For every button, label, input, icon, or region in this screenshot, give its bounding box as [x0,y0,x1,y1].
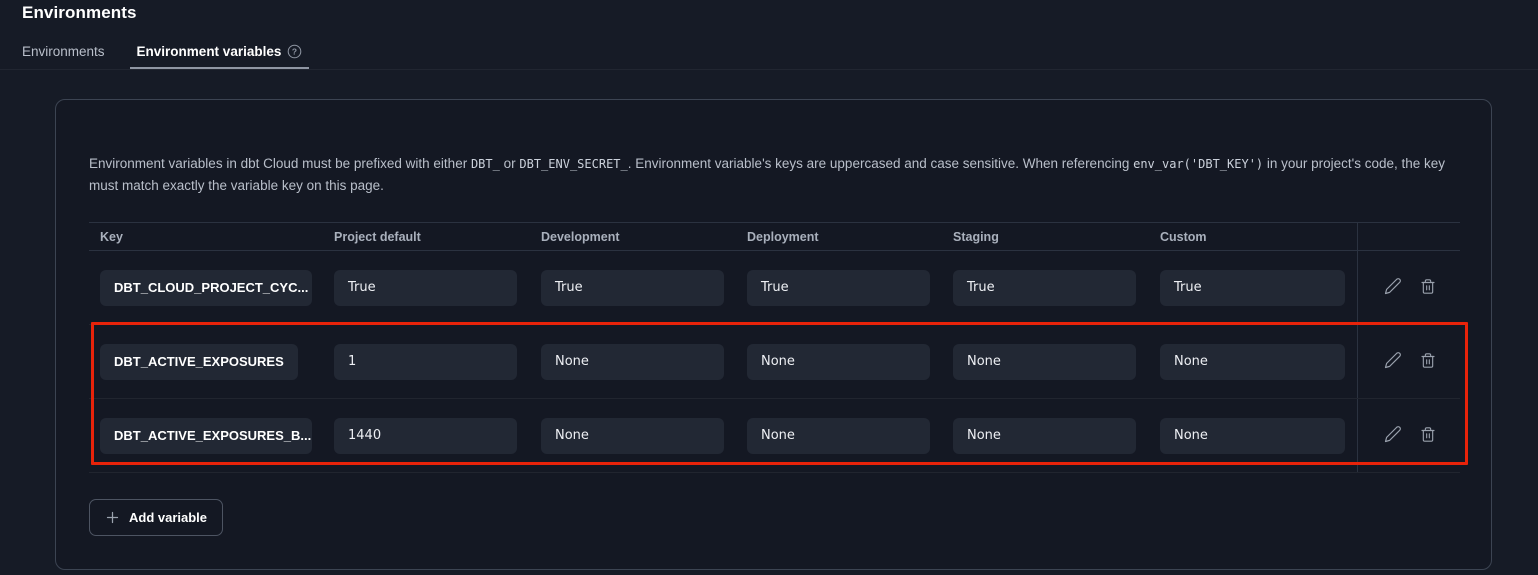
variable-value-box: True [334,270,517,306]
column-header-custom: Custom [1160,230,1357,244]
tab-environments[interactable]: Environments [22,44,105,69]
variable-value-cell: None [747,344,953,380]
variable-key-box: DBT_CLOUD_PROJECT_CYC... [100,270,312,306]
variable-value-box: None [1160,344,1345,380]
row-actions-cell [1357,251,1461,324]
trash-icon [1420,426,1436,446]
tab-bar: Environments Environment variables ? [22,43,1538,69]
environment-variables-panel: Environment variables in dbt Cloud must … [55,99,1492,570]
page-title: Environments [22,3,1538,23]
tabs-divider [0,69,1538,70]
delete-variable-button[interactable] [1418,424,1438,448]
environment-variables-table: KeyProject defaultDevelopmentDeploymentS… [89,222,1460,473]
plus-icon [105,510,120,525]
column-header-key: Key [100,230,334,244]
column-header-actions [1357,223,1461,250]
variable-value-box: None [747,418,930,454]
variable-value-cell: 1440 [334,418,541,454]
table-body: DBT_CLOUD_PROJECT_CYC... True True True Tru… [89,251,1460,473]
description-text: Environment variables in dbt Cloud must … [89,156,471,171]
variable-value-cell: 1 [334,344,541,380]
description-code-text: DBT_ [471,157,500,171]
variable-key-cell: DBT_CLOUD_PROJECT_CYC... [100,270,334,306]
edit-variable-button[interactable] [1382,349,1404,374]
variable-value-cell: True [541,270,747,306]
trash-icon [1420,352,1436,372]
table-header-row: KeyProject defaultDevelopmentDeploymentS… [89,222,1460,251]
question-mark-circle-icon[interactable]: ? [287,44,302,59]
edit-variable-button[interactable] [1382,275,1404,300]
column-header-staging: Staging [953,230,1160,244]
variable-value-cell: True [747,270,953,306]
variable-value-box: None [541,418,724,454]
variable-value-box: None [747,344,930,380]
variable-value-cell: True [953,270,1160,306]
variable-value-box: None [541,344,724,380]
row-actions-cell [1357,399,1461,472]
variable-value-cell: None [953,418,1160,454]
variable-value-cell: True [1160,270,1357,306]
variable-key-cell: DBT_ACTIVE_EXPOSURES_B... [100,418,334,454]
variable-value-cell: None [747,418,953,454]
variable-value-box: True [541,270,724,306]
add-variable-label: Add variable [129,510,207,525]
description-text: . Environment variable's keys are upperc… [628,156,1133,171]
tab-environment-variables[interactable]: Environment variables ? [130,44,310,69]
description-code-text: env_var('DBT_KEY') [1133,157,1263,171]
delete-variable-button[interactable] [1418,276,1438,300]
variable-value-cell: None [541,418,747,454]
variable-value-cell: None [953,344,1160,380]
variable-key-cell: DBT_ACTIVE_EXPOSURES [100,344,334,380]
add-variable-button[interactable]: Add variable [89,499,223,536]
variable-row: DBT_CLOUD_PROJECT_CYC... True True True Tru… [89,251,1460,325]
variable-value-box: None [953,344,1136,380]
tab-environment-variables-label: Environment variables [137,44,282,59]
variable-value-box: None [953,418,1136,454]
variable-value-box: None [1160,418,1345,454]
column-header-development: Development [541,230,747,244]
variable-value-cell: None [541,344,747,380]
variable-key-box: DBT_ACTIVE_EXPOSURES_B... [100,418,312,454]
pencil-icon [1384,351,1402,372]
variable-value-cell: None [1160,418,1357,454]
variable-row: DBT_ACTIVE_EXPOSURES 1 None None None None [89,325,1460,399]
delete-variable-button[interactable] [1418,350,1438,374]
svg-text:?: ? [292,47,297,57]
variable-value-box: 1440 [334,418,517,454]
column-header-deployment: Deployment [747,230,953,244]
variable-value-cell: None [1160,344,1357,380]
description-code-text: DBT_ENV_SECRET_ [519,157,627,171]
pencil-icon [1384,425,1402,446]
edit-variable-button[interactable] [1382,423,1404,448]
variable-value-box: True [953,270,1136,306]
variable-row: DBT_ACTIVE_EXPOSURES_B... 1440 None None No… [89,399,1460,473]
variable-value-box: True [1160,270,1345,306]
pencil-icon [1384,277,1402,298]
variable-value-cell: True [334,270,541,306]
row-actions-cell [1357,325,1461,398]
column-header-project-default: Project default [334,230,541,244]
variable-value-box: True [747,270,930,306]
trash-icon [1420,278,1436,298]
description-text: or [500,156,520,171]
description: Environment variables in dbt Cloud must … [89,153,1458,196]
variable-value-box: 1 [334,344,517,380]
variable-key-box: DBT_ACTIVE_EXPOSURES [100,344,298,380]
